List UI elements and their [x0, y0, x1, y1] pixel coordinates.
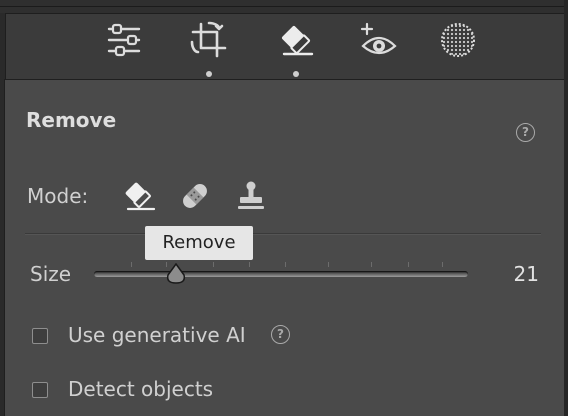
generative-ai-checkbox[interactable] — [32, 328, 48, 344]
sliders-icon — [107, 23, 141, 57]
detect-objects-checkbox[interactable] — [32, 382, 48, 398]
mode-remove-button[interactable] — [119, 176, 159, 216]
mode-label: Mode: — [27, 184, 89, 208]
masking-icon — [441, 23, 475, 57]
slider-tick — [131, 262, 132, 267]
stamp-icon — [238, 181, 264, 209]
edit-tool-button[interactable] — [102, 18, 146, 62]
size-slider-thumb[interactable] — [165, 263, 187, 285]
slider-tick — [408, 262, 409, 267]
bandage-icon — [183, 184, 207, 208]
slider-tick — [328, 262, 329, 267]
size-label: Size — [30, 262, 72, 286]
section-divider — [25, 233, 541, 235]
eraser-icon — [281, 25, 314, 56]
remove-tool-button[interactable] — [274, 18, 318, 62]
crop-tool-button[interactable] — [187, 18, 231, 62]
masking-tool-button[interactable] — [436, 18, 480, 62]
red-eye-icon — [360, 22, 397, 55]
slider-tick — [442, 262, 443, 267]
eraser-icon — [125, 182, 156, 211]
slider-tick — [371, 262, 372, 267]
slider-tick — [213, 262, 214, 267]
help-icon[interactable]: ? — [516, 123, 535, 142]
crop-active-dot — [206, 71, 212, 77]
remove-panel: Remove ? Mode: Remove Size 21 Use genera… — [4, 79, 568, 416]
slider-tick — [249, 262, 250, 267]
red-eye-tool-button[interactable] — [357, 18, 401, 62]
generative-ai-label[interactable]: Use generative AI — [68, 323, 246, 347]
panel-title: Remove — [26, 108, 117, 132]
remove-active-dot — [293, 71, 299, 77]
scrollbar-edge — [564, 0, 568, 416]
size-value[interactable]: 21 — [514, 262, 539, 286]
size-slider-track[interactable] — [94, 271, 468, 277]
crop-icon — [190, 21, 227, 58]
generative-ai-help-icon[interactable]: ? — [271, 325, 290, 344]
mode-tooltip: Remove — [145, 226, 253, 260]
mode-clone-button[interactable] — [231, 176, 271, 216]
mode-heal-button[interactable] — [175, 176, 215, 216]
detect-objects-label[interactable]: Detect objects — [68, 377, 213, 401]
tool-strip — [0, 0, 568, 80]
slider-tick — [285, 262, 286, 267]
